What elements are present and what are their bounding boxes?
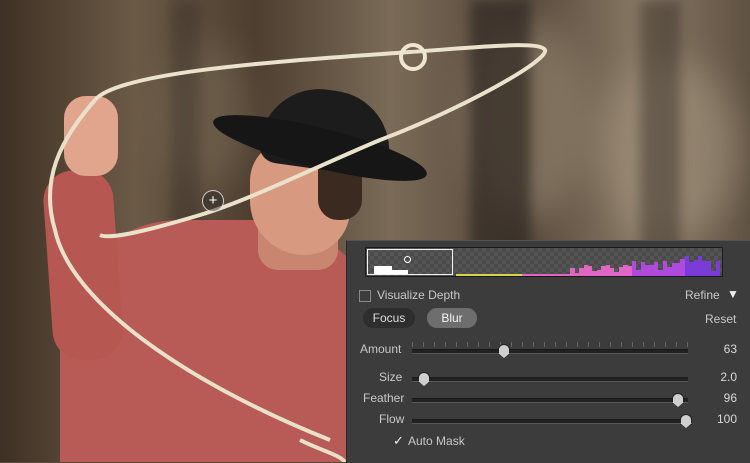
- visualize-depth-label: Visualize Depth: [377, 288, 461, 302]
- refine-dropdown-icon[interactable]: ▼: [727, 287, 739, 301]
- auto-mask-checkmark-icon[interactable]: ✓: [393, 433, 404, 449]
- slider-label-flow: Flow: [379, 412, 405, 426]
- depth-blur-panel: Visualize Depth Refine ▼ Focus Blur Rese…: [346, 240, 750, 463]
- blur-mode-button[interactable]: Blur: [427, 308, 477, 328]
- slider-ticks: [412, 342, 688, 347]
- depth-histogram[interactable]: [365, 247, 723, 277]
- slider-size[interactable]: [412, 377, 688, 382]
- visualize-depth-checkbox[interactable]: [359, 290, 371, 302]
- slider-value-feather: 96: [723, 391, 737, 405]
- slider-label-size: Size: [379, 370, 403, 384]
- slider-value-flow: 100: [716, 412, 737, 426]
- slider-value-size: 2.0: [720, 370, 737, 384]
- slider-feather[interactable]: [412, 398, 688, 403]
- refine-button[interactable]: Refine: [685, 288, 720, 302]
- focus-point-crosshair-icon[interactable]: +: [202, 190, 224, 212]
- histogram-bar: [715, 261, 720, 276]
- slider-flow[interactable]: [412, 419, 688, 424]
- slider-value-amount: 63: [723, 342, 737, 356]
- focus-mode-button[interactable]: Focus: [363, 308, 415, 328]
- slider-label-amount: Amount: [360, 342, 402, 356]
- slider-amount[interactable]: [412, 349, 688, 354]
- slider-label-feather: Feather: [363, 391, 405, 405]
- focus-marker-icon: [404, 256, 411, 263]
- reset-button[interactable]: Reset: [705, 312, 736, 326]
- histogram-bar: [374, 266, 392, 274]
- histogram-focus-range[interactable]: [367, 249, 453, 275]
- histogram-bar: [392, 270, 408, 274]
- auto-mask-label: Auto Mask: [408, 434, 465, 448]
